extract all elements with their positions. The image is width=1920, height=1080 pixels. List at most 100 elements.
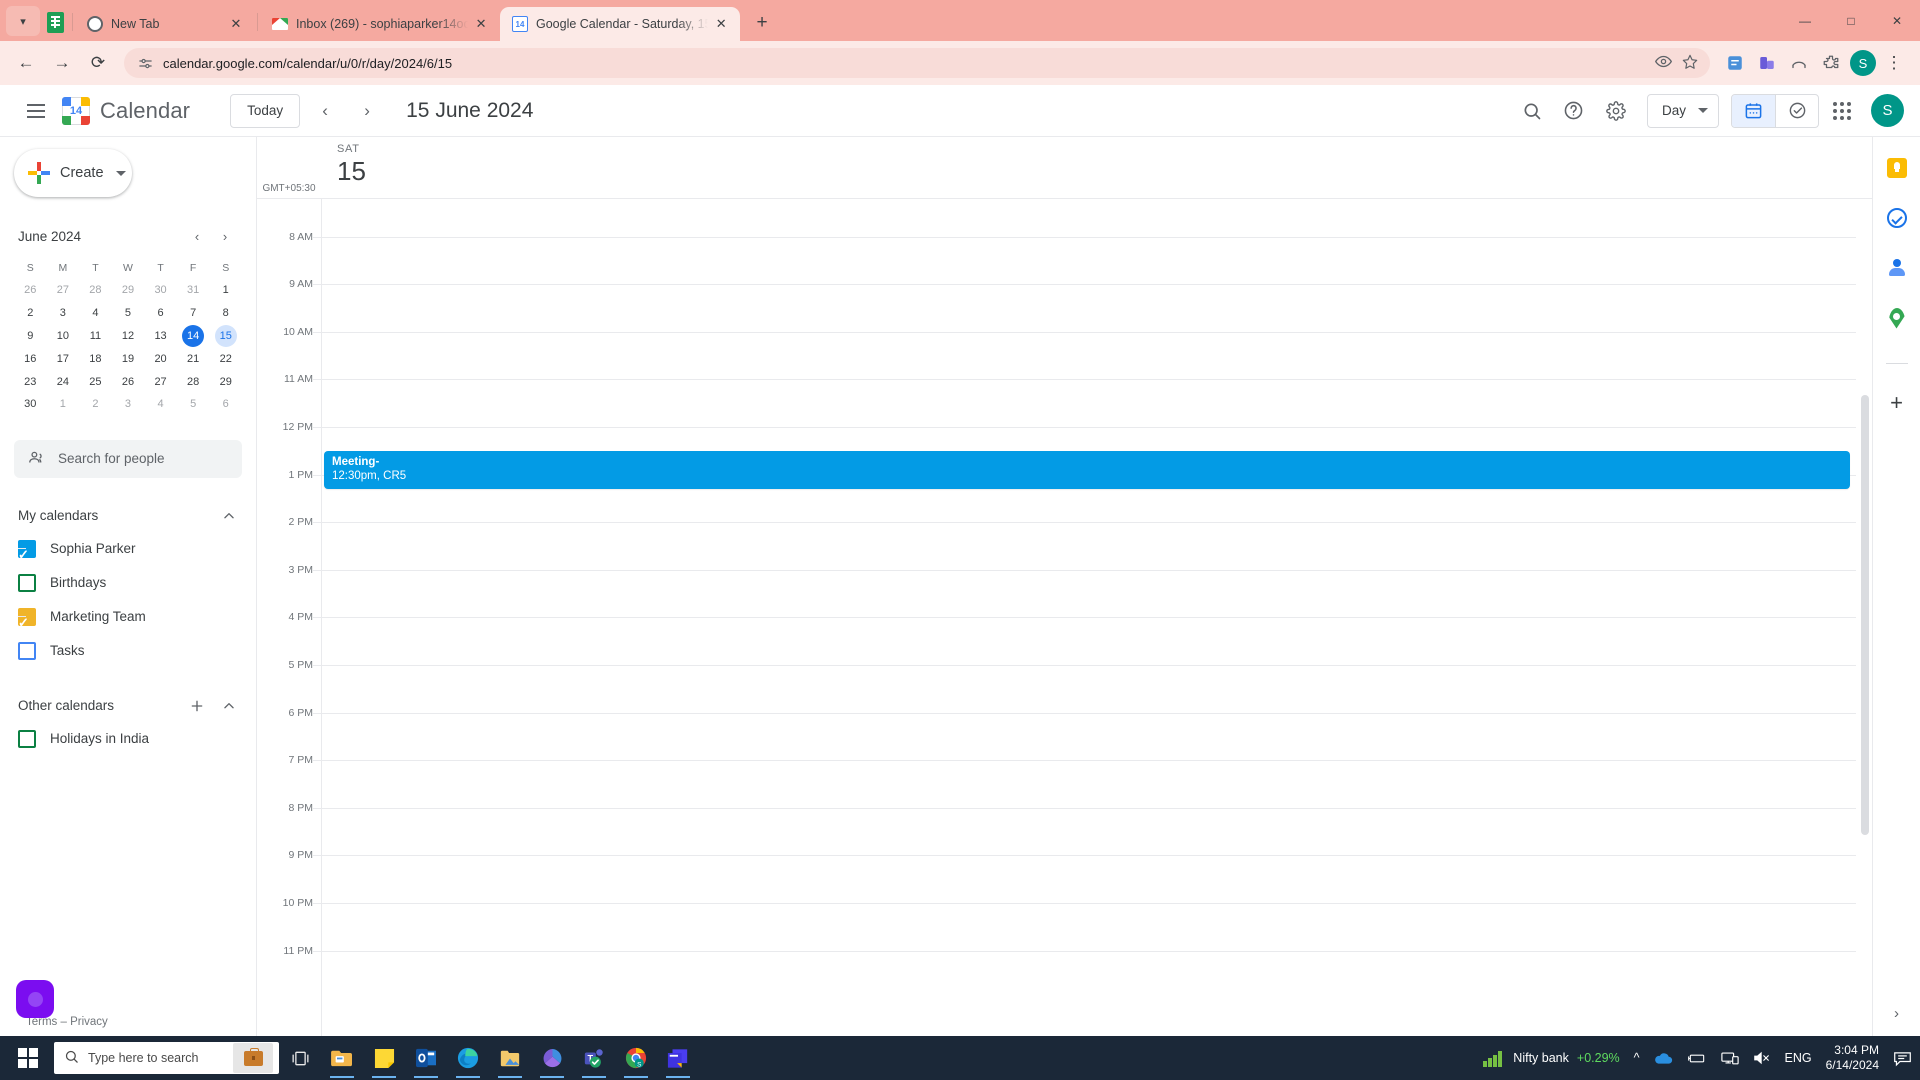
mini-calendar-day[interactable]: 28: [177, 370, 210, 393]
new-tab-button[interactable]: +: [748, 9, 776, 37]
calendar-list-item[interactable]: Tasks: [14, 634, 242, 668]
mini-calendar-day[interactable]: 24: [47, 370, 80, 393]
events-column[interactable]: Meeting- 12:30pm, CR5: [321, 199, 1872, 1036]
extension-icon-2[interactable]: [1752, 48, 1782, 78]
mini-calendar-day[interactable]: 4: [144, 393, 177, 416]
apps-grid-icon[interactable]: [1823, 92, 1861, 130]
mini-calendar-day[interactable]: 14: [177, 324, 210, 348]
calendar-list-item[interactable]: Holidays in India: [14, 722, 242, 756]
calendar-list-item[interactable]: ✓ Sophia Parker: [14, 532, 242, 566]
outlook-icon[interactable]: [405, 1036, 447, 1080]
mini-calendar-day[interactable]: 18: [79, 347, 112, 370]
start-button-icon[interactable]: [4, 1036, 52, 1080]
close-icon[interactable]: ✕: [712, 15, 730, 33]
chat-bubble-widget[interactable]: [16, 980, 54, 1018]
mini-calendar-day[interactable]: 28: [79, 279, 112, 302]
mini-calendar-day[interactable]: 1: [209, 279, 242, 302]
mini-calendar-day[interactable]: 4: [79, 302, 112, 325]
mini-calendar-day[interactable]: 8: [209, 302, 242, 325]
language-indicator[interactable]: ENG: [1785, 1051, 1812, 1065]
mini-calendar-day[interactable]: 15: [209, 324, 242, 348]
action-center-icon[interactable]: [1893, 1050, 1912, 1067]
calendar-logo[interactable]: 14 Calendar: [62, 96, 190, 125]
mini-calendar-day[interactable]: 30: [144, 279, 177, 302]
show-hidden-icons-chevron-icon[interactable]: ^: [1634, 1051, 1640, 1065]
mini-calendar-day[interactable]: 27: [144, 370, 177, 393]
mini-calendar-day[interactable]: 23: [14, 370, 47, 393]
view-selector[interactable]: Day: [1646, 93, 1719, 128]
mini-calendar-day[interactable]: 2: [14, 302, 47, 325]
sticky-notes-icon[interactable]: [363, 1036, 405, 1080]
reload-icon[interactable]: ⟳: [82, 47, 114, 79]
mini-calendar-day[interactable]: 12: [112, 325, 145, 348]
expand-panel-icon[interactable]: ›: [1894, 1005, 1899, 1022]
mini-calendar-day[interactable]: 3: [47, 302, 80, 325]
mini-calendar-day[interactable]: 6: [144, 302, 177, 325]
extensions-puzzle-icon[interactable]: [1816, 48, 1846, 78]
mini-next-month-icon[interactable]: ›: [212, 223, 238, 249]
file-explorer-icon[interactable]: [321, 1036, 363, 1080]
chevron-up-icon[interactable]: [216, 503, 242, 529]
calendar-event[interactable]: Meeting- 12:30pm, CR5: [324, 450, 1850, 489]
account-avatar[interactable]: S: [1871, 94, 1904, 127]
volume-muted-icon[interactable]: [1753, 1051, 1771, 1065]
app-icon[interactable]: [657, 1036, 699, 1080]
briefcase-icon[interactable]: [233, 1043, 273, 1073]
google-chrome-icon[interactable]: S: [615, 1036, 657, 1080]
mini-calendar-day[interactable]: 13: [144, 325, 177, 348]
contacts-icon[interactable]: [1886, 257, 1908, 279]
tasks-icon[interactable]: [1886, 207, 1908, 229]
day-column-header[interactable]: SAT 15: [321, 137, 366, 198]
chevron-up-icon[interactable]: [216, 693, 242, 719]
plus-icon[interactable]: [184, 693, 210, 719]
onedrive-icon[interactable]: [1654, 1052, 1673, 1065]
calendar-list-item[interactable]: Birthdays: [14, 566, 242, 600]
mini-calendar-day[interactable]: 21: [177, 347, 210, 370]
task-view-icon[interactable]: [279, 1036, 321, 1080]
add-addon-icon[interactable]: +: [1886, 390, 1908, 415]
create-button[interactable]: Create: [14, 149, 132, 197]
pinned-sheets-icon[interactable]: [40, 5, 70, 39]
mini-calendar-day[interactable]: 10: [47, 325, 80, 348]
pictures-folder-icon[interactable]: [489, 1036, 531, 1080]
maps-icon[interactable]: [1886, 307, 1908, 329]
taskbar-search-input[interactable]: Type here to search: [54, 1042, 279, 1074]
next-period-icon[interactable]: ›: [350, 94, 384, 128]
bookmark-star-icon[interactable]: [1682, 54, 1698, 73]
other-calendars-header[interactable]: Other calendars: [14, 690, 242, 722]
tracking-protection-icon[interactable]: [1654, 53, 1673, 73]
mini-calendar-day[interactable]: 27: [47, 279, 80, 302]
tasks-view-button[interactable]: [1775, 94, 1818, 127]
calendar-checkbox[interactable]: [18, 641, 36, 660]
help-icon[interactable]: [1555, 92, 1593, 130]
search-icon[interactable]: [1513, 92, 1551, 130]
mini-calendar-day[interactable]: 26: [14, 279, 47, 302]
mini-calendar-day[interactable]: 11: [79, 325, 112, 348]
close-icon[interactable]: ✕: [472, 15, 490, 33]
calendar-list-item[interactable]: ✓ Marketing Team: [14, 600, 242, 634]
back-icon[interactable]: ←: [10, 47, 42, 79]
browser-tab-google-calendar[interactable]: 14 Google Calendar - Saturday, 15 ✕: [500, 7, 740, 41]
chrome-menu-icon[interactable]: ⋮: [1878, 47, 1910, 79]
mini-calendar-day[interactable]: 17: [47, 347, 80, 370]
mini-calendar-day[interactable]: 1: [47, 393, 80, 416]
mini-calendar-day[interactable]: 2: [79, 393, 112, 416]
stock-widget[interactable]: Nifty bank +0.29%: [1483, 1049, 1620, 1067]
site-settings-icon[interactable]: [136, 54, 154, 72]
mini-calendar-day[interactable]: 16: [14, 347, 47, 370]
search-for-people-input[interactable]: Search for people: [14, 439, 242, 478]
my-calendars-header[interactable]: My calendars: [14, 500, 242, 532]
mini-calendar-day[interactable]: 19: [112, 347, 145, 370]
keep-icon[interactable]: [1886, 157, 1908, 179]
mini-calendar-day[interactable]: 7: [177, 302, 210, 325]
mini-calendar-day[interactable]: 30: [14, 393, 47, 416]
calendar-checkbox[interactable]: ✓: [18, 607, 36, 629]
address-bar[interactable]: calendar.google.com/calendar/u/0/r/day/2…: [124, 48, 1710, 78]
mini-calendar-day[interactable]: 20: [144, 347, 177, 370]
forward-icon[interactable]: →: [46, 47, 78, 79]
calendar-checkbox[interactable]: ✓: [18, 539, 36, 561]
maximize-button[interactable]: □: [1828, 0, 1874, 41]
gear-icon[interactable]: [1597, 92, 1635, 130]
minimize-button[interactable]: —: [1782, 0, 1828, 41]
browser-tab-new-tab[interactable]: New Tab ✕: [75, 7, 255, 41]
